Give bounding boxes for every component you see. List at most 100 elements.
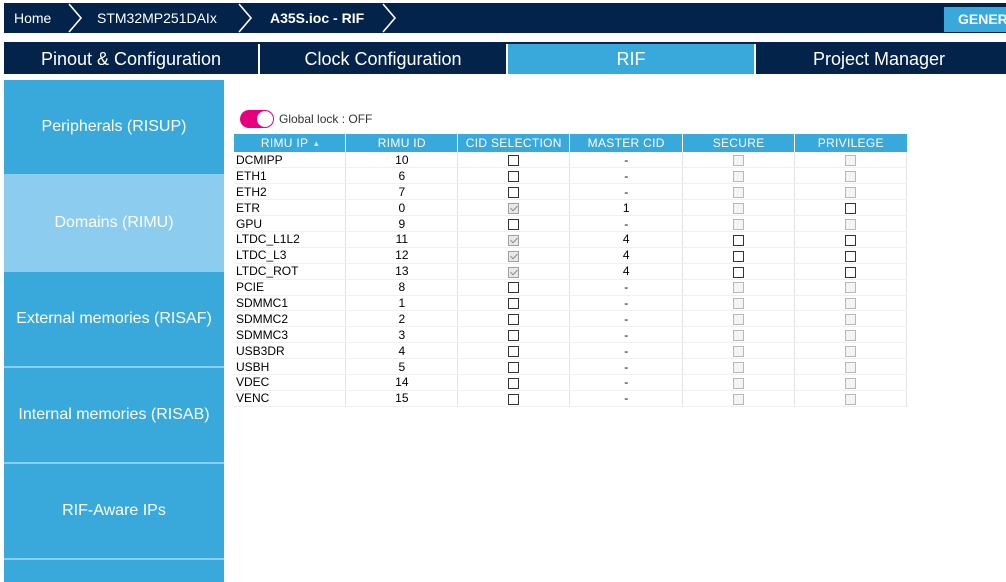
cid-selection-cell <box>457 358 571 375</box>
privilege-cell <box>794 310 907 328</box>
sidebar-item-internal-memories[interactable]: Internal memories (RISAB) <box>4 368 224 462</box>
privilege-cell <box>794 215 907 232</box>
secure-checkbox[interactable] <box>733 266 745 278</box>
breadcrumb-device[interactable]: STM32MP251DAIx <box>97 3 217 33</box>
secure-cell <box>682 215 796 232</box>
global-lock-toggle[interactable] <box>240 110 274 128</box>
cid-selection-checkbox[interactable] <box>508 234 520 246</box>
privilege-cell <box>794 183 907 201</box>
cid-selection-checkbox[interactable] <box>508 250 520 262</box>
column-header-cid-selection[interactable]: CID SELECTION <box>457 134 571 152</box>
rimu-ip-cell: LTDC_L3 <box>234 247 347 264</box>
rimu-id-cell: 2 <box>345 310 459 328</box>
cid-selection-cell <box>457 390 571 407</box>
privilege-checkbox[interactable] <box>845 266 857 278</box>
rimu-id-cell: 15 <box>345 390 459 407</box>
cid-selection-checkbox[interactable] <box>508 361 520 373</box>
breadcrumb-home[interactable]: Home <box>14 3 51 33</box>
column-header-secure[interactable]: SECURE <box>682 134 796 152</box>
master-cid-cell[interactable]: 4 <box>569 231 684 248</box>
toggle-knob <box>257 111 273 127</box>
sidebar-divider <box>4 558 224 560</box>
secure-cell <box>682 374 796 391</box>
master-cid-cell[interactable]: 1 <box>569 199 684 217</box>
secure-checkbox <box>733 187 745 199</box>
rimu-ip-cell: ETH1 <box>234 167 347 185</box>
cid-selection-cell <box>457 167 571 185</box>
breadcrumb: Home STM32MP251DAIx A35S.ioc - RIF GENER… <box>4 3 1006 33</box>
rimu-id-cell: 0 <box>345 199 459 217</box>
tab-pinout-configuration[interactable]: Pinout & Configuration <box>4 44 258 74</box>
rimu-ip-cell: USB3DR <box>234 342 347 360</box>
master-cid-cell: - <box>569 279 684 296</box>
privilege-checkbox[interactable] <box>845 234 857 246</box>
column-header-master-cid[interactable]: MASTER CID <box>569 134 684 152</box>
cid-selection-checkbox[interactable] <box>508 377 520 389</box>
column-header-rimu-id[interactable]: RIMU ID <box>345 134 459 152</box>
table-row: LTDC_L1L2 11 4 <box>234 231 907 248</box>
privilege-cell <box>794 247 907 264</box>
sidebar-item-external-memories[interactable]: External memories (RISAF) <box>4 272 224 366</box>
cid-selection-checkbox[interactable] <box>508 171 520 183</box>
secure-checkbox <box>733 218 745 230</box>
cid-selection-checkbox[interactable] <box>508 298 520 310</box>
master-cid-cell: - <box>569 295 684 312</box>
global-lock-label: Global lock : OFF <box>279 112 373 126</box>
cid-selection-checkbox[interactable] <box>508 330 520 342</box>
secure-cell <box>682 167 796 185</box>
cid-selection-checkbox[interactable] <box>508 155 520 167</box>
cid-selection-cell <box>457 342 571 360</box>
cid-selection-checkbox[interactable] <box>508 218 520 230</box>
chevron-right-icon <box>68 3 83 33</box>
rimu-id-cell: 7 <box>345 183 459 201</box>
table-row: PCIE 8 - <box>234 279 907 296</box>
privilege-checkbox[interactable] <box>845 202 857 214</box>
privilege-checkbox <box>845 377 857 389</box>
cid-selection-checkbox[interactable] <box>508 202 520 214</box>
sidebar-item-peripherals[interactable]: Peripherals (RISUP) <box>4 80 224 174</box>
master-cid-cell: - <box>569 183 684 201</box>
privilege-cell <box>794 152 907 169</box>
column-header-privilege[interactable]: PRIVILEGE <box>794 134 907 152</box>
cid-selection-cell <box>457 152 571 169</box>
rimu-ip-cell: VENC <box>234 390 347 407</box>
table-row: ETH2 7 - <box>234 183 907 201</box>
rimu-ip-cell: SDMMC2 <box>234 310 347 328</box>
column-header-rimu-ip[interactable]: RIMU IP ▲ <box>234 134 347 152</box>
secure-checkbox[interactable] <box>733 234 745 246</box>
table-row: ETH1 6 - <box>234 167 907 185</box>
cid-selection-checkbox[interactable] <box>508 187 520 199</box>
master-cid-cell: - <box>569 342 684 360</box>
secure-cell <box>682 295 796 312</box>
global-lock: Global lock : OFF <box>240 109 372 129</box>
rimu-id-cell: 1 <box>345 295 459 312</box>
secure-checkbox[interactable] <box>733 250 745 262</box>
tab-rif[interactable]: RIF <box>508 44 754 74</box>
breadcrumb-project[interactable]: A35S.ioc - RIF <box>270 3 364 33</box>
secure-checkbox <box>733 202 745 214</box>
sort-up-icon[interactable]: ▲ <box>312 139 320 148</box>
privilege-cell <box>794 231 907 248</box>
cid-selection-checkbox[interactable] <box>508 266 520 278</box>
master-cid-cell[interactable]: 4 <box>569 247 684 264</box>
rimu-id-cell: 4 <box>345 342 459 360</box>
master-cid-cell: - <box>569 310 684 328</box>
cid-selection-cell <box>457 247 571 264</box>
rimu-id-cell: 5 <box>345 358 459 375</box>
sidebar: Peripherals (RISUP) Domains (RIMU) Exter… <box>4 80 224 582</box>
cid-selection-cell <box>457 231 571 248</box>
master-cid-cell[interactable]: 4 <box>569 263 684 280</box>
cid-selection-checkbox[interactable] <box>508 314 520 326</box>
sidebar-item-domains[interactable]: Domains (RIMU) <box>4 176 224 270</box>
generate-code-button[interactable]: GENERATE CODE <box>944 7 1006 32</box>
cid-selection-checkbox[interactable] <box>508 282 520 294</box>
cid-selection-checkbox[interactable] <box>508 393 520 405</box>
privilege-checkbox[interactable] <box>845 250 857 262</box>
secure-checkbox <box>733 377 745 389</box>
secure-cell <box>682 342 796 360</box>
secure-cell <box>682 358 796 375</box>
cid-selection-checkbox[interactable] <box>508 345 520 357</box>
tab-project-manager[interactable]: Project Manager <box>756 44 1002 74</box>
tab-clock-configuration[interactable]: Clock Configuration <box>260 44 506 74</box>
sidebar-item-rif-aware-ips[interactable]: RIF-Aware IPs <box>4 464 224 558</box>
